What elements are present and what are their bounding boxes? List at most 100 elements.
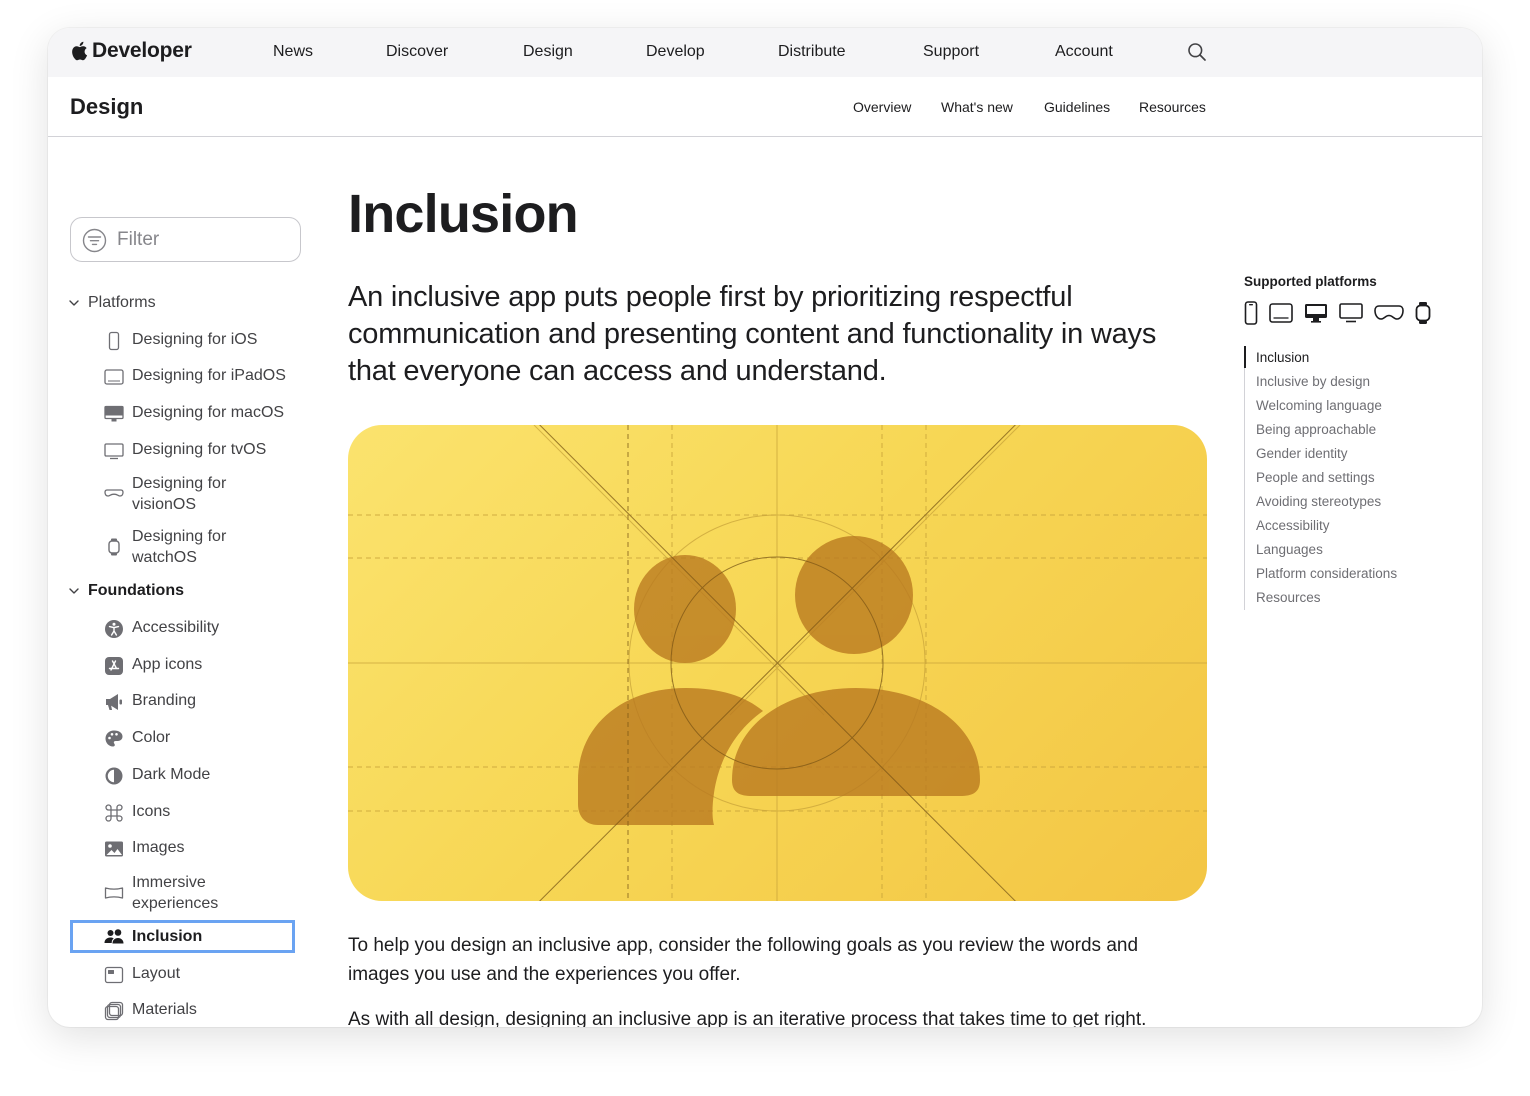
- page-title: Inclusion: [348, 184, 579, 244]
- sidebar-item-label: Materials: [132, 1001, 197, 1018]
- half-circle-icon: [104, 766, 124, 786]
- sidebar-item-inclusion[interactable]: Inclusion: [70, 920, 295, 953]
- filter-input[interactable]: [117, 226, 287, 254]
- sidebar-item-branding[interactable]: Branding: [104, 691, 294, 712]
- hero-image: [348, 425, 1207, 901]
- toc-item-languages[interactable]: Languages: [1256, 538, 1397, 562]
- sidebar-item-label: Designing for watchOS: [132, 528, 227, 566]
- tv-icon: [1339, 303, 1363, 323]
- local-nav: Design Overview What's new Guidelines Re…: [48, 77, 1482, 137]
- brand-name: Developer: [92, 39, 192, 62]
- sidebar-group-label: Platforms: [88, 294, 156, 311]
- localnav-whats-new[interactable]: What's new: [941, 99, 1013, 115]
- ipad-icon: [1269, 303, 1293, 323]
- iphone-icon: [1244, 301, 1258, 325]
- sidebar-item-layout[interactable]: Layout: [104, 964, 294, 985]
- localnav-overview[interactable]: Overview: [853, 99, 911, 115]
- toc-item-welcoming-language[interactable]: Welcoming language: [1256, 394, 1397, 418]
- nav-support[interactable]: Support: [923, 43, 979, 61]
- toc-item-accessibility[interactable]: Accessibility: [1256, 514, 1397, 538]
- body-paragraph: As with all design, designing an inclusi…: [348, 1009, 1147, 1027]
- nav-design[interactable]: Design: [523, 43, 573, 61]
- intro-text: An inclusive app puts people first by pr…: [348, 281, 1157, 387]
- sidebar-item-watchos[interactable]: Designing for watchOS: [104, 527, 294, 568]
- mac-icon: [1304, 303, 1328, 323]
- sidebar-item-visionos[interactable]: Designing for visionOS: [104, 474, 294, 515]
- photo-icon: [104, 839, 124, 859]
- sidebar-item-label: Color: [132, 729, 171, 746]
- sidebar-item-label: Designing for iPadOS: [132, 367, 286, 384]
- vision-pro-icon: [104, 484, 124, 504]
- localnav-resources[interactable]: Resources: [1139, 99, 1206, 115]
- iphone-icon: [104, 331, 124, 351]
- toc-item-gender-identity[interactable]: Gender identity: [1256, 442, 1397, 466]
- ipad-icon: [104, 367, 124, 387]
- sidebar-item-ios[interactable]: Designing for iOS: [104, 330, 294, 351]
- command-icon: [104, 803, 124, 823]
- localnav-guidelines[interactable]: Guidelines: [1044, 99, 1110, 115]
- people-icon: [104, 927, 124, 947]
- nav-account[interactable]: Account: [1055, 43, 1113, 61]
- sidebar-item-accessibility[interactable]: Accessibility: [104, 618, 294, 639]
- sidebar-item-label: Immersive experiences: [132, 874, 219, 912]
- sidebar-item-label: Designing for visionOS: [132, 475, 227, 513]
- app-store-icon: [104, 656, 124, 676]
- toc-item-people-and-settings[interactable]: People and settings: [1256, 466, 1397, 490]
- nav-discover[interactable]: Discover: [386, 43, 448, 61]
- toc-item-being-approachable[interactable]: Being approachable: [1256, 418, 1397, 442]
- sidebar-item-label: Designing for macOS: [132, 404, 285, 421]
- sidebar-item-label: Branding: [132, 692, 197, 709]
- toc-item-inclusive-by-design[interactable]: Inclusive by design: [1256, 370, 1397, 394]
- sidebar-item-label: App icons: [132, 656, 203, 673]
- filter-icon: [82, 228, 107, 253]
- toc-item-avoiding-stereotypes[interactable]: Avoiding stereotypes: [1256, 490, 1397, 514]
- people-icon: [348, 425, 1207, 901]
- sidebar-item-label: Layout: [132, 965, 181, 982]
- sidebar-item-tvos[interactable]: Designing for tvOS: [104, 440, 294, 461]
- sidebar-group-foundations[interactable]: Foundations: [68, 582, 184, 600]
- search-icon[interactable]: [1187, 42, 1207, 62]
- sidebar-item-ipados[interactable]: Designing for iPadOS: [104, 366, 294, 387]
- nav-develop[interactable]: Develop: [646, 43, 705, 61]
- chevron-down-icon: [69, 300, 79, 306]
- watch-icon: [1415, 301, 1431, 325]
- sidebar-item-label: Designing for tvOS: [132, 441, 267, 458]
- sidebar-item-app-icons[interactable]: App icons: [104, 655, 294, 676]
- sidebar-item-label: Icons: [132, 803, 171, 820]
- sidebar-item-images[interactable]: Images: [104, 838, 294, 859]
- body-paragraph: To help you design an inclusive app, con…: [348, 935, 1139, 985]
- sidebar-item-color[interactable]: Color: [104, 728, 294, 749]
- toc-item-inclusion[interactable]: Inclusion: [1256, 346, 1397, 370]
- table-of-contents: Inclusion Inclusive by design Welcoming …: [1244, 346, 1397, 610]
- sidebar-group-label: Foundations: [88, 582, 184, 599]
- toc-current-marker: [1244, 346, 1246, 368]
- developer-logo-link[interactable]: Developer: [70, 39, 192, 63]
- layers-icon: [104, 1001, 124, 1021]
- filter-field[interactable]: [70, 217, 301, 262]
- sidebar-item-label: Dark Mode: [132, 766, 211, 783]
- sidebar-item-label: Designing for iOS: [132, 331, 258, 348]
- supported-platforms: [1244, 301, 1431, 325]
- sidebar-item-dark-mode[interactable]: Dark Mode: [104, 765, 294, 786]
- sidebar-group-platforms[interactable]: Platforms: [68, 294, 156, 312]
- toc-item-platform-considerations[interactable]: Platform considerations: [1256, 562, 1397, 586]
- tv-icon: [104, 441, 124, 461]
- global-nav: Developer News Discover Design Develop D…: [48, 28, 1482, 77]
- layout-icon: [104, 965, 124, 985]
- toc-item-resources[interactable]: Resources: [1256, 586, 1397, 610]
- sidebar-item-icons[interactable]: Icons: [104, 802, 294, 823]
- sidebar-item-label: Images: [132, 839, 185, 856]
- sidebar-item-materials[interactable]: Materials: [104, 1000, 294, 1021]
- section-title[interactable]: Design: [70, 94, 143, 120]
- sidebar-item-label: Inclusion: [132, 928, 203, 945]
- palette-icon: [104, 729, 124, 749]
- supported-platforms-title: Supported platforms: [1244, 274, 1377, 289]
- watch-icon: [104, 537, 124, 557]
- sidebar-item-immersive[interactable]: Immersive experiences: [104, 873, 294, 914]
- nav-distribute[interactable]: Distribute: [778, 43, 846, 61]
- sidebar-item-macos[interactable]: Designing for macOS: [104, 403, 294, 424]
- panorama-icon: [104, 883, 124, 903]
- sidebar-item-label: Accessibility: [132, 619, 220, 636]
- megaphone-icon: [104, 692, 124, 712]
- nav-news[interactable]: News: [273, 43, 313, 61]
